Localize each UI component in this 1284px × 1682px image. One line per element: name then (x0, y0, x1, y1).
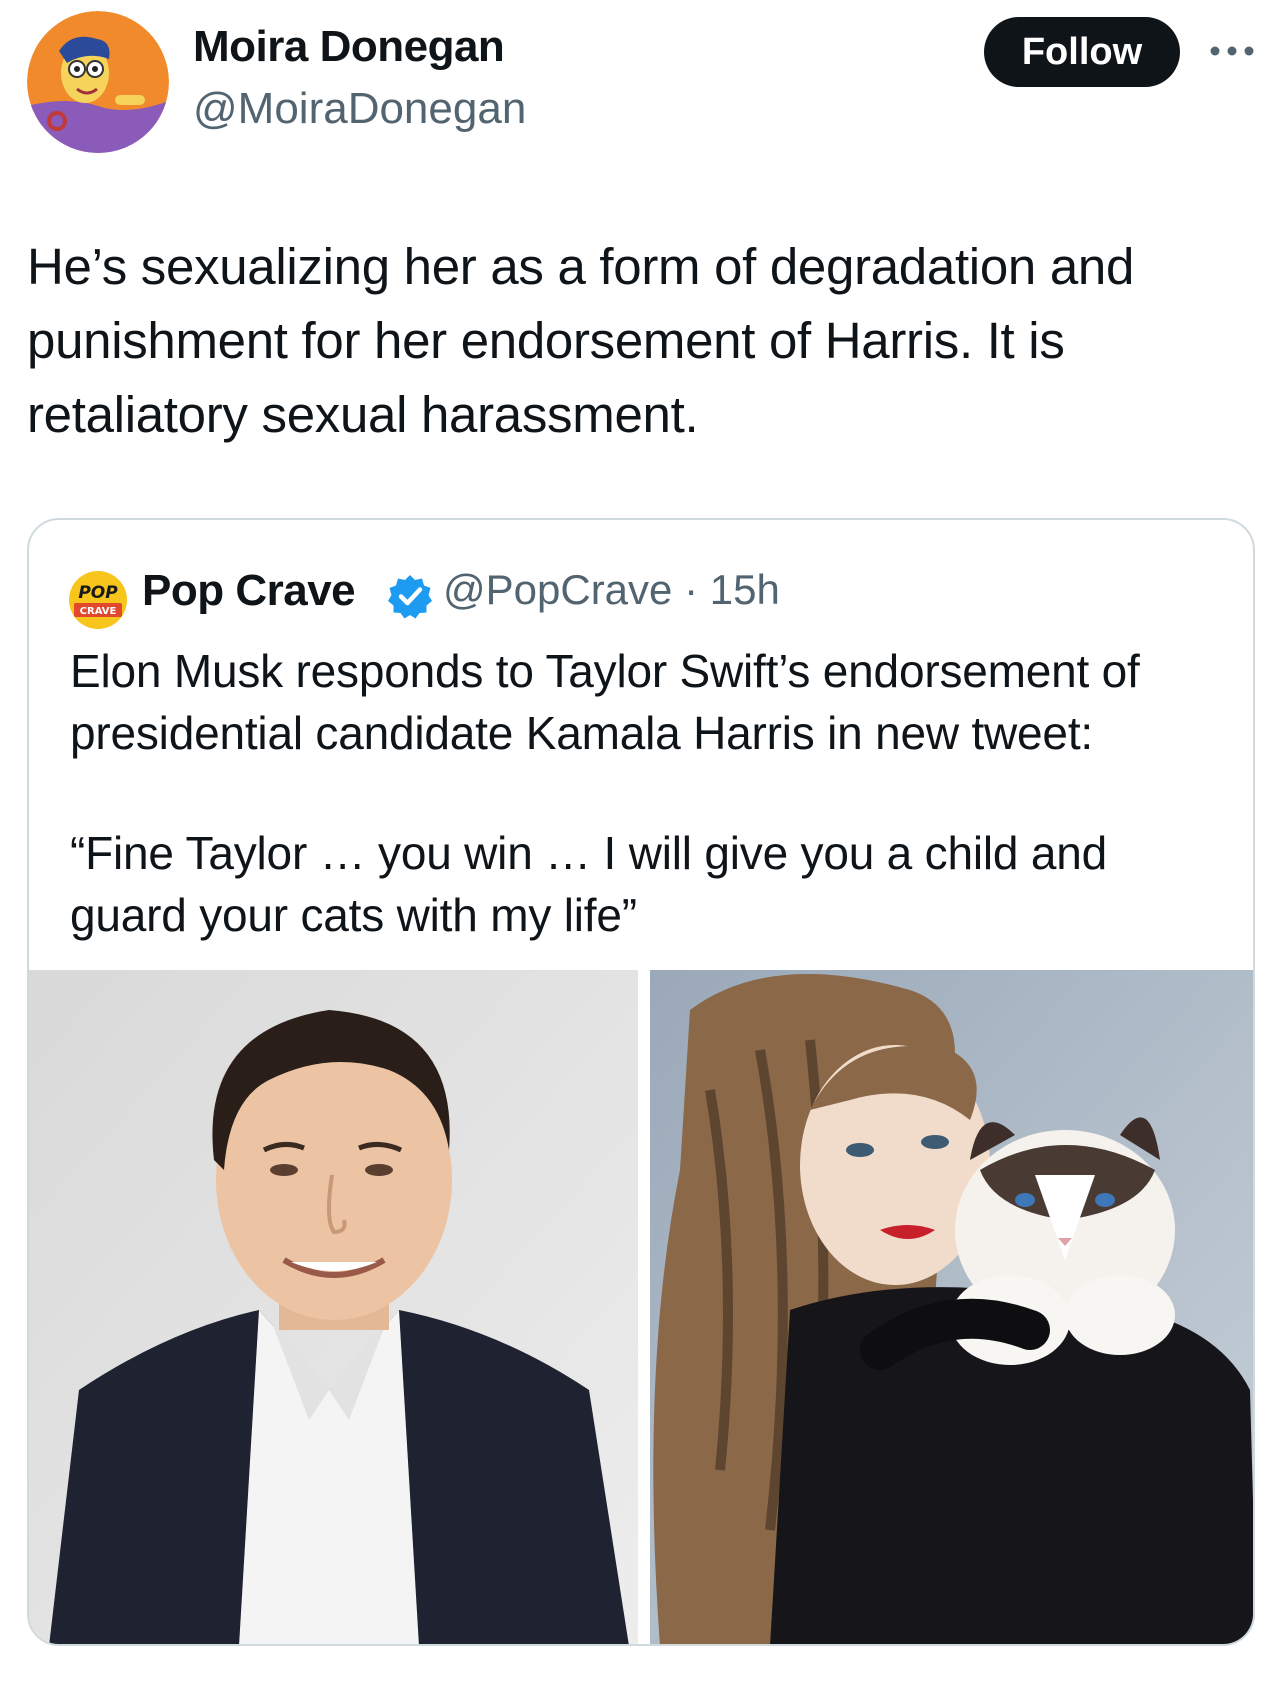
svg-text:POP: POP (78, 583, 118, 603)
photo-woman-with-cat-icon (650, 970, 1253, 1644)
tweet-text: He’s sexualizing her as a form of degrad… (27, 238, 1135, 443)
author-name[interactable]: Moira Donegan (193, 22, 505, 72)
quoted-tweet-card[interactable]: POP CRAVE Pop Crave @PopCrave · 15h Elon… (27, 518, 1255, 1646)
follow-button[interactable]: Follow (984, 17, 1180, 87)
quote-author-name[interactable]: Pop Crave (142, 566, 356, 616)
quote-image-right[interactable] (650, 970, 1253, 1644)
author-handle[interactable]: @MoiraDonegan (193, 84, 526, 134)
quote-quoted-text: “Fine Taylor … you win … I will give you… (70, 827, 1107, 941)
verified-badge-icon (387, 573, 433, 619)
more-options-icon[interactable] (1208, 38, 1256, 64)
photo-man-in-suit-icon (29, 970, 638, 1644)
author-avatar[interactable] (27, 11, 169, 153)
quote-image-left[interactable] (29, 970, 638, 1644)
quote-handle-time: @PopCrave · 15h (443, 566, 780, 613)
tweet: Moira Donegan @MoiraDonegan Follow He’s … (0, 0, 1284, 1682)
pop-crave-logo-icon: POP CRAVE (68, 570, 128, 630)
cartoon-avatar-icon (27, 11, 169, 153)
quote-text: Elon Musk responds to Taylor Swift’s end… (70, 645, 1140, 759)
svg-text:CRAVE: CRAVE (80, 606, 117, 617)
